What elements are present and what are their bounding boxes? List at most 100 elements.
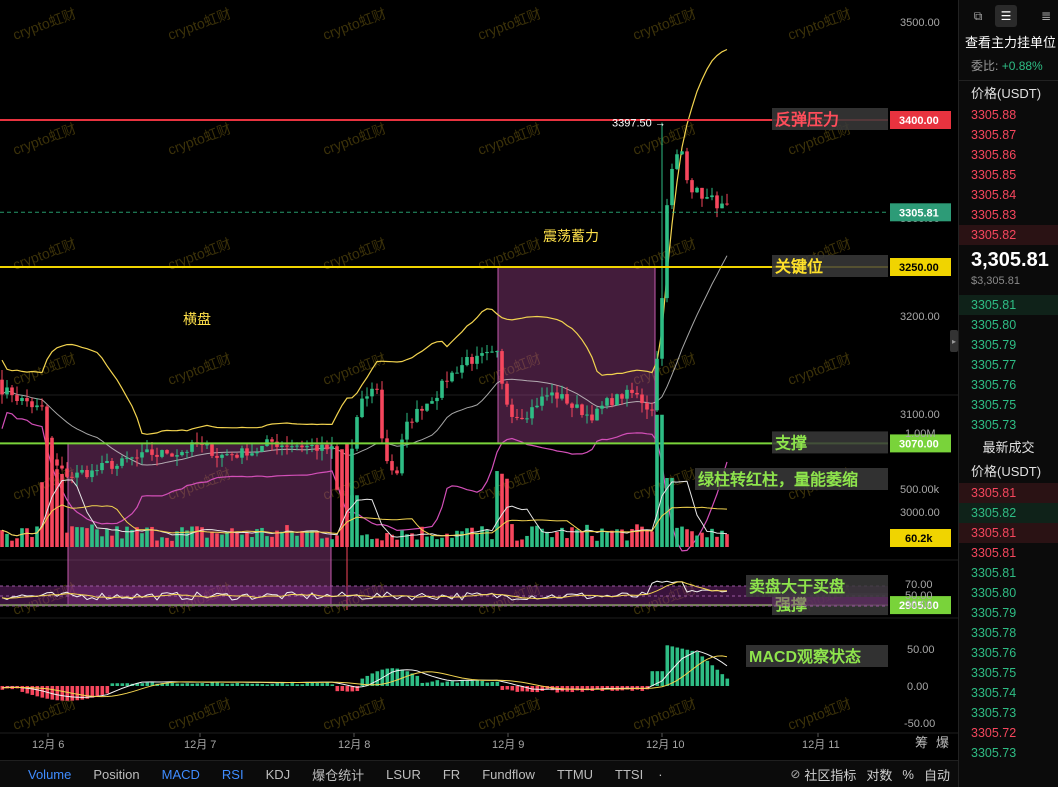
percent-scale-toggle[interactable]: % — [902, 767, 914, 782]
volume-bar — [110, 535, 114, 547]
candle-body — [330, 446, 334, 450]
candle-body — [505, 383, 509, 405]
candle-body — [460, 365, 464, 373]
volume-bar — [635, 524, 639, 547]
volume-bar — [230, 528, 234, 547]
trade-row[interactable]: 3305.78 — [959, 623, 1058, 643]
tab-liquidation[interactable]: 爆仓统计 — [301, 765, 375, 784]
tab-ttmu[interactable]: TTMU — [546, 767, 604, 782]
candle-body — [465, 357, 469, 366]
tab-volume[interactable]: Volume — [0, 767, 82, 782]
volume-bar — [425, 536, 429, 547]
tab-fr[interactable]: FR — [432, 767, 471, 782]
ask-row[interactable]: 3305.83 — [959, 205, 1058, 225]
trade-row[interactable]: 3305.79 — [959, 603, 1058, 623]
trade-row[interactable]: 3305.81 — [959, 543, 1058, 563]
volume-bar — [125, 526, 129, 547]
tab-position[interactable]: Position — [82, 767, 150, 782]
key-level-label: 支撑 — [774, 433, 807, 452]
trade-row[interactable]: 3305.81 — [959, 563, 1058, 583]
volume-bar — [660, 414, 664, 547]
tab-lsur[interactable]: LSUR — [375, 767, 432, 782]
candle-body — [610, 398, 614, 406]
candle-body — [10, 387, 14, 396]
trade-row[interactable]: 3305.74 — [959, 683, 1058, 703]
trade-row[interactable]: 3305.82 — [959, 503, 1058, 523]
community-indicator-icon[interactable]: ⊘ — [790, 767, 800, 781]
volume-bar — [120, 538, 124, 547]
x-axis-tick: 12月 7 — [184, 739, 216, 751]
auto-scale-toggle[interactable]: 自动 — [924, 765, 950, 784]
trade-row[interactable]: 3305.75 — [959, 663, 1058, 683]
volume-bar — [165, 537, 169, 547]
tab-fundflow[interactable]: Fundflow — [471, 767, 546, 782]
chart-area[interactable]: 3600.003500.003400.003300.003200.003100.… — [0, 0, 958, 787]
volume-bar — [650, 531, 654, 547]
candle-body — [360, 398, 364, 418]
candle-body — [445, 380, 449, 382]
bid-ask-ratio: 委比: +0.88% — [959, 54, 1058, 78]
tab-kdj[interactable]: KDJ — [255, 767, 302, 782]
macd-histogram-bar — [175, 683, 180, 686]
ask-row[interactable]: 3305.88 — [959, 105, 1058, 125]
layout-asks-icon[interactable]: ≣ — [1035, 5, 1057, 27]
watermark-text: crypto虹财 — [321, 5, 389, 43]
bid-row[interactable]: 3305.75 — [959, 395, 1058, 415]
candle-body — [25, 398, 29, 402]
volume-bar — [565, 538, 569, 547]
ask-row[interactable]: 3305.86 — [959, 145, 1058, 165]
bid-row[interactable]: 3305.76 — [959, 375, 1058, 395]
bid-row[interactable]: 3305.81 — [959, 295, 1058, 315]
candle-body — [430, 401, 434, 404]
volume-bar — [605, 532, 609, 547]
macd-histogram-bar — [255, 683, 260, 686]
trade-row[interactable]: 3305.73 — [959, 703, 1058, 723]
macd-histogram-bar — [60, 686, 65, 701]
volume-bar — [260, 527, 264, 547]
trade-row[interactable]: 3305.76 — [959, 643, 1058, 663]
candle-body — [615, 394, 619, 406]
bid-row[interactable]: 3305.79 — [959, 335, 1058, 355]
candle-body — [295, 445, 299, 447]
log-scale-toggle[interactable]: 对数 — [866, 765, 892, 784]
price-chart-svg[interactable]: 3600.003500.003400.003300.003200.003100.… — [0, 0, 958, 760]
candle-body — [110, 460, 114, 469]
tab-macd[interactable]: MACD — [151, 767, 211, 782]
range-box-label: 横盘 — [183, 311, 211, 327]
ask-row[interactable]: 3305.85 — [959, 165, 1058, 185]
tab-ttsi[interactable]: TTSI — [604, 767, 654, 782]
volume-bar — [590, 535, 594, 547]
macd-histogram-bar — [195, 683, 200, 686]
tab-more[interactable]: · — [654, 767, 666, 782]
trade-row[interactable]: 3305.81 — [959, 523, 1058, 543]
watermark-text: crypto虹财 — [476, 120, 544, 158]
tab-rsi[interactable]: RSI — [211, 767, 255, 782]
ask-row[interactable]: 3305.84 — [959, 185, 1058, 205]
collapse-sidebar-handle[interactable]: ▸ — [950, 330, 958, 352]
candle-body — [580, 404, 584, 416]
ask-row[interactable]: 3305.87 — [959, 125, 1058, 145]
candle-body — [305, 445, 309, 448]
volume-bar — [555, 532, 559, 547]
candle-body — [675, 154, 679, 169]
bid-row[interactable]: 3305.77 — [959, 355, 1058, 375]
trade-row[interactable]: 3305.81 — [959, 483, 1058, 503]
layout-bids-icon[interactable]: ☰ — [995, 5, 1017, 27]
candle-body — [145, 449, 149, 453]
trade-row[interactable]: 3305.80 — [959, 583, 1058, 603]
volume-bar — [70, 526, 74, 547]
trade-row[interactable]: 3305.73 — [959, 743, 1058, 763]
ask-row[interactable]: 3305.82 — [959, 225, 1058, 245]
trade-row[interactable]: 3305.72 — [959, 723, 1058, 743]
watermark-text: crypto虹财 — [166, 5, 234, 43]
macd-histogram-bar — [525, 686, 530, 692]
macd-histogram-bar — [490, 681, 495, 686]
price-axis-tick: 3500.00 — [900, 17, 940, 29]
bid-row[interactable]: 3305.73 — [959, 415, 1058, 435]
layout-both-icon[interactable]: ⧉ — [967, 5, 989, 27]
bid-row[interactable]: 3305.80 — [959, 315, 1058, 335]
bid-list: 3305.81 3305.80 3305.79 3305.77 3305.76 3305.… — [959, 295, 1058, 435]
latest-trades-title[interactable]: 最新成交 — [959, 435, 1058, 461]
community-indicator-button[interactable]: 社区指标 — [804, 765, 856, 784]
major-orders-link[interactable]: 查看主力挂单位 — [959, 32, 1058, 54]
